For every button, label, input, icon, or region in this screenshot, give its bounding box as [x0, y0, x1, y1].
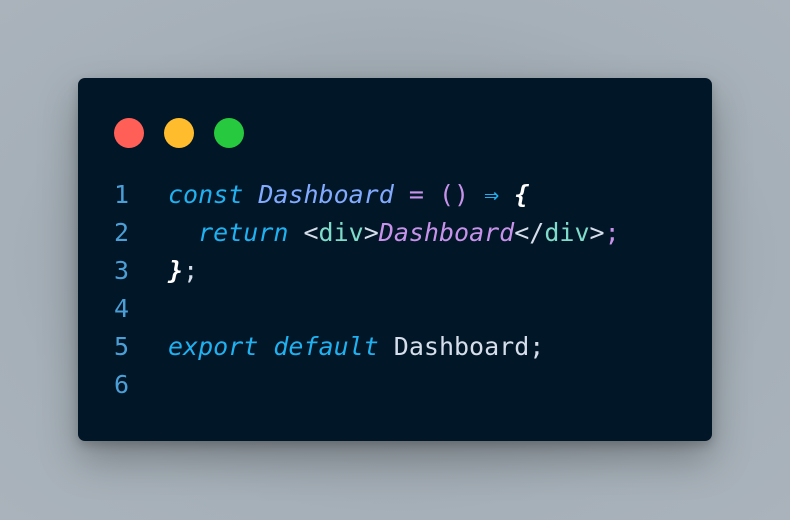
- function-name-token: Dashboard: [258, 180, 394, 209]
- tag-bracket-token: >: [363, 218, 379, 247]
- close-button[interactable]: [114, 118, 144, 148]
- semicolon-token: ;: [529, 332, 545, 361]
- line-number: 5: [114, 332, 130, 361]
- code-line: 5 export default Dashboard;: [114, 328, 620, 366]
- line-number: 4: [114, 294, 130, 323]
- minimize-button[interactable]: [164, 118, 194, 148]
- parens-token: (): [438, 180, 470, 209]
- arrow-token: ⇒: [484, 180, 500, 209]
- desktop-background: { "window": { "controls": [ {"name": "cl…: [0, 0, 790, 520]
- keyword-token: const: [168, 180, 244, 209]
- tag-bracket-token: <: [303, 218, 319, 247]
- line-number: 2: [114, 218, 130, 247]
- keyword-token: default: [273, 332, 379, 361]
- brace-token: {: [514, 180, 530, 209]
- jsx-text-token: Dashboard: [378, 218, 515, 247]
- semicolon-token: ;: [604, 218, 620, 247]
- semicolon-token: ;: [183, 256, 199, 285]
- tag-bracket-token: </: [514, 218, 545, 247]
- code-block: 1 const Dashboard = () ⇒ { 2 return <div…: [114, 176, 620, 404]
- line-number: 6: [114, 370, 130, 399]
- code-content: };: [168, 252, 198, 290]
- line-number: 1: [114, 180, 130, 209]
- code-content: export default Dashboard;: [168, 328, 544, 366]
- code-content: const Dashboard = () ⇒ {: [168, 176, 529, 214]
- code-content: return <div>Dashboard</div>;: [168, 214, 620, 252]
- tag-name-token: div: [318, 218, 364, 247]
- code-line: 2 return <div>Dashboard</div>;: [114, 214, 620, 252]
- operator-token: =: [408, 180, 424, 209]
- keyword-token: export: [168, 332, 259, 361]
- maximize-button[interactable]: [214, 118, 244, 148]
- code-line: 3 };: [114, 252, 620, 290]
- code-line: 4: [114, 290, 620, 328]
- code-line: 6: [114, 366, 620, 404]
- line-number: 3: [114, 256, 130, 285]
- keyword-token: return: [198, 218, 289, 247]
- tag-name-token: div: [544, 218, 590, 247]
- code-line: 1 const Dashboard = () ⇒ {: [114, 176, 620, 214]
- code-window: 1 const Dashboard = () ⇒ { 2 return <div…: [78, 78, 712, 441]
- identifier-token: Dashboard: [393, 332, 530, 361]
- brace-token: }: [168, 256, 184, 285]
- tag-bracket-token: >: [589, 218, 605, 247]
- window-controls: [114, 118, 244, 148]
